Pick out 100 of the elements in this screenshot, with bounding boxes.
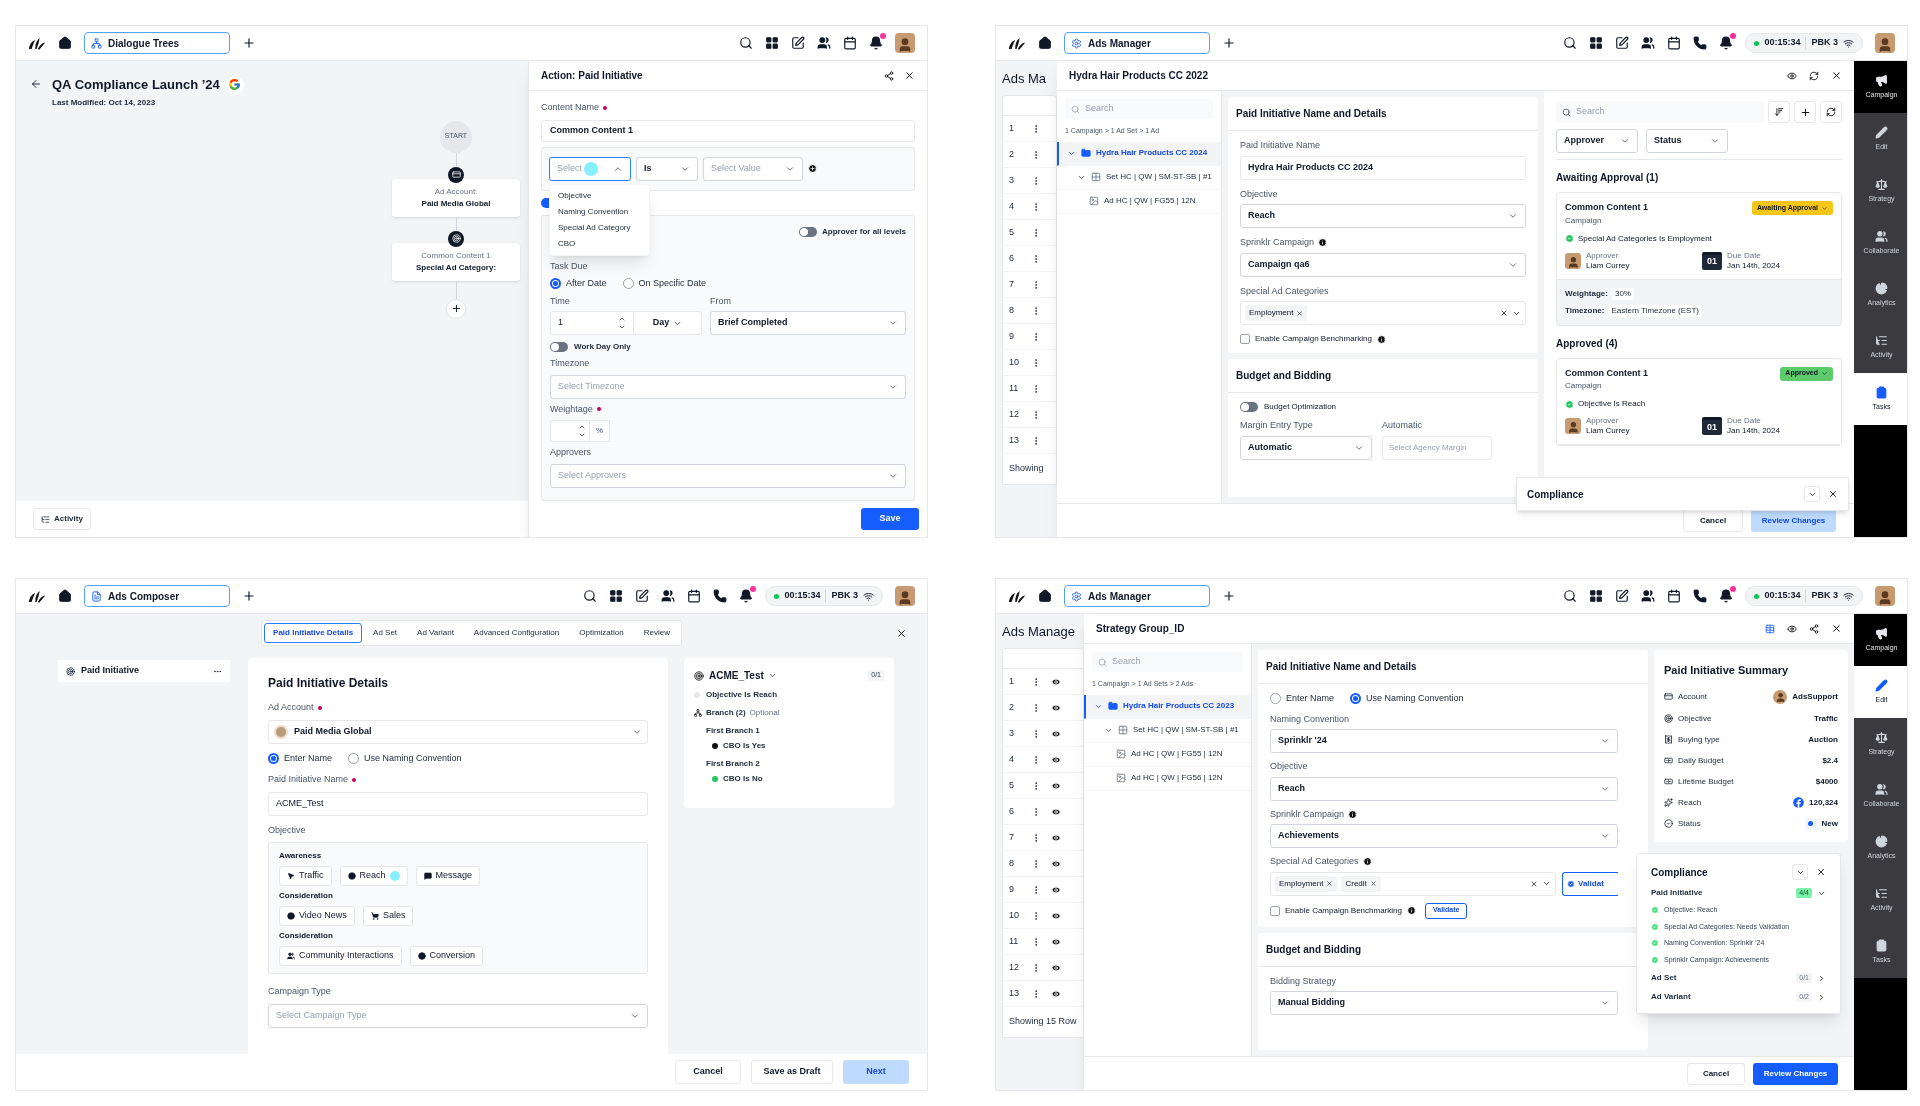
chevron-right-icon[interactable]: [1817, 992, 1826, 1002]
close-icon[interactable]: [1828, 489, 1838, 499]
checkbox[interactable]: [1240, 334, 1250, 344]
radio-option[interactable]: On Specific Date: [622, 277, 707, 291]
home-icon[interactable]: [1038, 589, 1052, 603]
text-field[interactable]: Common Content 1: [541, 119, 915, 142]
app-tab[interactable]: Ads Manager: [1064, 32, 1210, 54]
people-icon[interactable]: [1641, 589, 1656, 603]
visibility-icon[interactable]: [1051, 676, 1061, 687]
notification-icon[interactable]: [739, 589, 754, 603]
clear-icon[interactable]: [1500, 309, 1508, 317]
search-icon[interactable]: [1563, 36, 1578, 50]
app-tab[interactable]: Ads Composer: [84, 585, 230, 607]
tag-field[interactable]: Employment Credit: [1270, 871, 1556, 896]
flow-node[interactable]: Common Content 1 Special Ad Category:: [392, 242, 520, 281]
menu-option[interactable]: Objective: [550, 187, 649, 204]
tree-item[interactable]: Hydra Hair Products CC 2024: [1057, 141, 1221, 166]
select-field[interactable]: Is: [636, 156, 698, 181]
phone-icon[interactable]: [1693, 589, 1708, 603]
select-field[interactable]: Sprinklr '24: [1270, 729, 1618, 753]
select-field[interactable]: Automatic: [1240, 435, 1372, 460]
decrement-icon[interactable]: [578, 431, 586, 439]
visibility-icon[interactable]: [1051, 910, 1061, 921]
sort-button[interactable]: [1768, 101, 1790, 123]
select-field[interactable]: Reach: [1240, 204, 1526, 228]
apps-grid-icon[interactable]: [1589, 36, 1604, 50]
app-tab[interactable]: Dialogue Trees: [84, 32, 230, 54]
close-icon[interactable]: [1831, 623, 1842, 634]
close-icon[interactable]: [1831, 70, 1842, 81]
unit-select[interactable]: Day: [634, 311, 702, 335]
activity-button[interactable]: Activity: [33, 508, 91, 530]
people-icon[interactable]: [817, 36, 831, 50]
visibility-icon[interactable]: [1051, 702, 1061, 713]
calendar-icon[interactable]: [1667, 589, 1682, 603]
visibility-icon[interactable]: [1051, 806, 1061, 817]
tree-item[interactable]: Hydra Hair Products CC 2023: [1084, 694, 1251, 719]
refresh-icon[interactable]: [1809, 70, 1819, 81]
tag-field[interactable]: Employment: [1240, 301, 1526, 325]
toggle-switch[interactable]: [798, 226, 817, 237]
step-tab[interactable]: Paid Initiative Details: [264, 623, 363, 643]
calendar-icon[interactable]: [843, 36, 857, 50]
phone-icon[interactable]: [1693, 36, 1708, 50]
number-field[interactable]: [550, 420, 590, 442]
tree-item[interactable]: Ad HC | QW | FG56 | 12N: [1084, 766, 1251, 791]
tree-item[interactable]: Set HC | QW | SM-ST-SB | #1: [1057, 165, 1221, 190]
apps-grid-icon[interactable]: [765, 36, 779, 50]
remove-icon[interactable]: [1326, 880, 1334, 887]
phone-icon[interactable]: [713, 589, 728, 603]
home-icon[interactable]: [1038, 36, 1052, 50]
eye-icon[interactable]: [1787, 70, 1797, 81]
select-field[interactable]: Achievements: [1270, 824, 1618, 848]
home-icon[interactable]: [58, 36, 72, 50]
add-tab-icon[interactable]: [242, 36, 256, 50]
chevron-right-icon[interactable]: [1817, 973, 1826, 983]
tree-item[interactable]: Ad HC | QW | FG55 | 12N: [1057, 189, 1221, 214]
visibility-icon[interactable]: [1051, 728, 1061, 739]
cancel-button[interactable]: Cancel: [675, 1060, 741, 1084]
clear-icon[interactable]: [1530, 879, 1538, 888]
increment-icon[interactable]: [578, 423, 586, 431]
radio-option[interactable]: Enter Name: [268, 751, 333, 765]
add-condition-icon[interactable]: [808, 164, 817, 173]
menu-option[interactable]: Naming Convention: [550, 203, 649, 220]
notification-icon[interactable]: [1719, 36, 1734, 50]
step-tab[interactable]: Advanced Configuration: [464, 623, 569, 643]
visibility-icon[interactable]: [1051, 858, 1061, 869]
choice-chip[interactable]: Conversion: [409, 946, 484, 966]
add-tab-icon[interactable]: [1222, 36, 1236, 50]
visibility-icon[interactable]: [1051, 780, 1061, 791]
people-icon[interactable]: [1641, 36, 1656, 50]
add-tab-icon[interactable]: [1222, 589, 1236, 603]
step-tab[interactable]: Ad Variant: [408, 623, 463, 643]
step-tab[interactable]: Ad Set: [364, 623, 407, 643]
calendar-icon[interactable]: [687, 589, 702, 603]
toggle-switch[interactable]: [550, 342, 568, 352]
edit-icon[interactable]: [1615, 589, 1630, 603]
tree-item[interactable]: Set HC | QW | SM-ST-SB | #1: [1084, 718, 1251, 743]
step-tab[interactable]: Review: [634, 623, 679, 643]
review-changes-button[interactable]: Review Changes: [1753, 1062, 1838, 1085]
decrement-icon[interactable]: [618, 323, 626, 331]
select-field[interactable]: Campaign qa6: [1240, 252, 1526, 277]
visibility-icon[interactable]: [1051, 962, 1061, 973]
visibility-icon[interactable]: [1051, 988, 1061, 999]
visibility-icon[interactable]: [1051, 936, 1061, 947]
table-icon[interactable]: [1765, 623, 1775, 634]
edit-icon[interactable]: [791, 36, 805, 50]
select-field[interactable]: Manual Bidding: [1270, 991, 1618, 1015]
visibility-icon[interactable]: [1051, 884, 1061, 895]
search-icon[interactable]: [739, 36, 753, 50]
text-field[interactable]: Hydra Hair Products CC 2024: [1240, 155, 1526, 180]
share-icon[interactable]: [884, 70, 894, 81]
choice-chip[interactable]: Traffic: [279, 866, 332, 886]
choice-chip[interactable]: Sales: [362, 906, 414, 926]
search-icon[interactable]: [1563, 589, 1578, 603]
add-tab-icon[interactable]: [242, 589, 256, 603]
close-icon[interactable]: [896, 628, 907, 639]
visibility-icon[interactable]: [1051, 832, 1061, 843]
increment-icon[interactable]: [618, 315, 626, 323]
people-icon[interactable]: [661, 589, 676, 603]
number-field[interactable]: 1: [550, 311, 634, 335]
choice-chip[interactable]: Community Interactions: [279, 946, 402, 966]
